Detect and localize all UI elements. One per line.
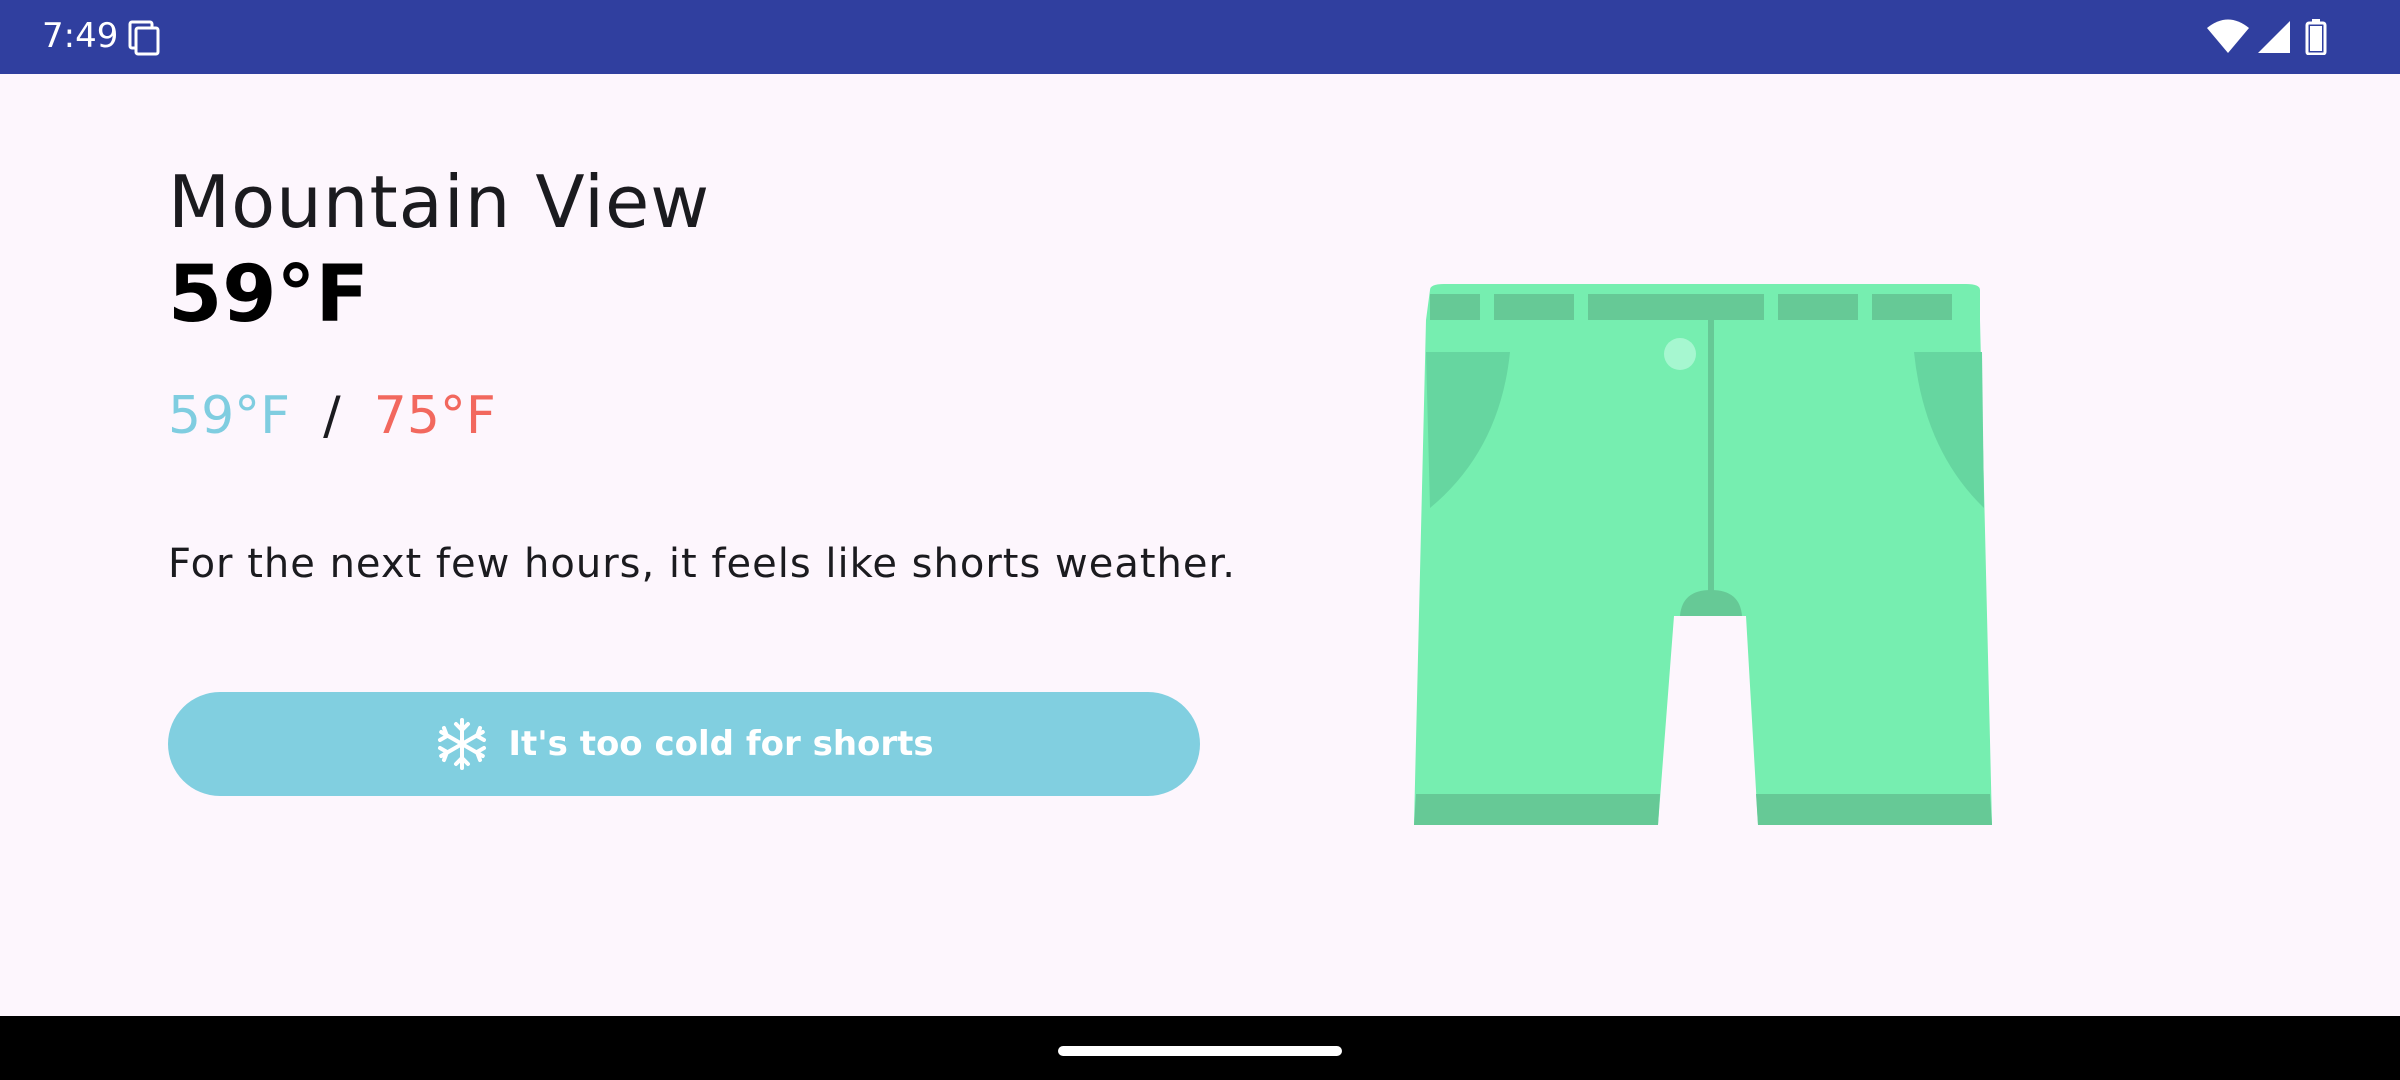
signal-icon — [2256, 19, 2292, 59]
too-cold-button-label: It's too cold for shorts — [508, 724, 934, 764]
current-temperature: 59°F — [168, 250, 369, 340]
shorts-icon — [1410, 280, 2010, 830]
weather-message: For the next few hours, it feels like sh… — [168, 541, 1236, 587]
range-separator: / — [323, 386, 341, 446]
navigation-bar — [0, 1016, 2400, 1080]
screenshot-icon — [126, 20, 162, 60]
app-screen: 7:49 Mountain View 59°F 59°F / 75°F For … — [0, 0, 2400, 1080]
wifi-icon — [2206, 19, 2250, 59]
low-temperature: 59°F — [168, 386, 291, 446]
snowflake-icon — [434, 716, 490, 772]
status-time: 7:49 — [42, 16, 119, 56]
city-name: Mountain View — [168, 160, 711, 244]
high-temperature: 75°F — [373, 386, 496, 446]
home-gesture-handle[interactable] — [1058, 1046, 1342, 1056]
status-bar: 7:49 — [0, 0, 2400, 74]
too-cold-button[interactable]: It's too cold for shorts — [168, 692, 1200, 796]
temperature-range: 59°F / 75°F — [168, 384, 496, 448]
battery-icon — [2304, 19, 2328, 59]
